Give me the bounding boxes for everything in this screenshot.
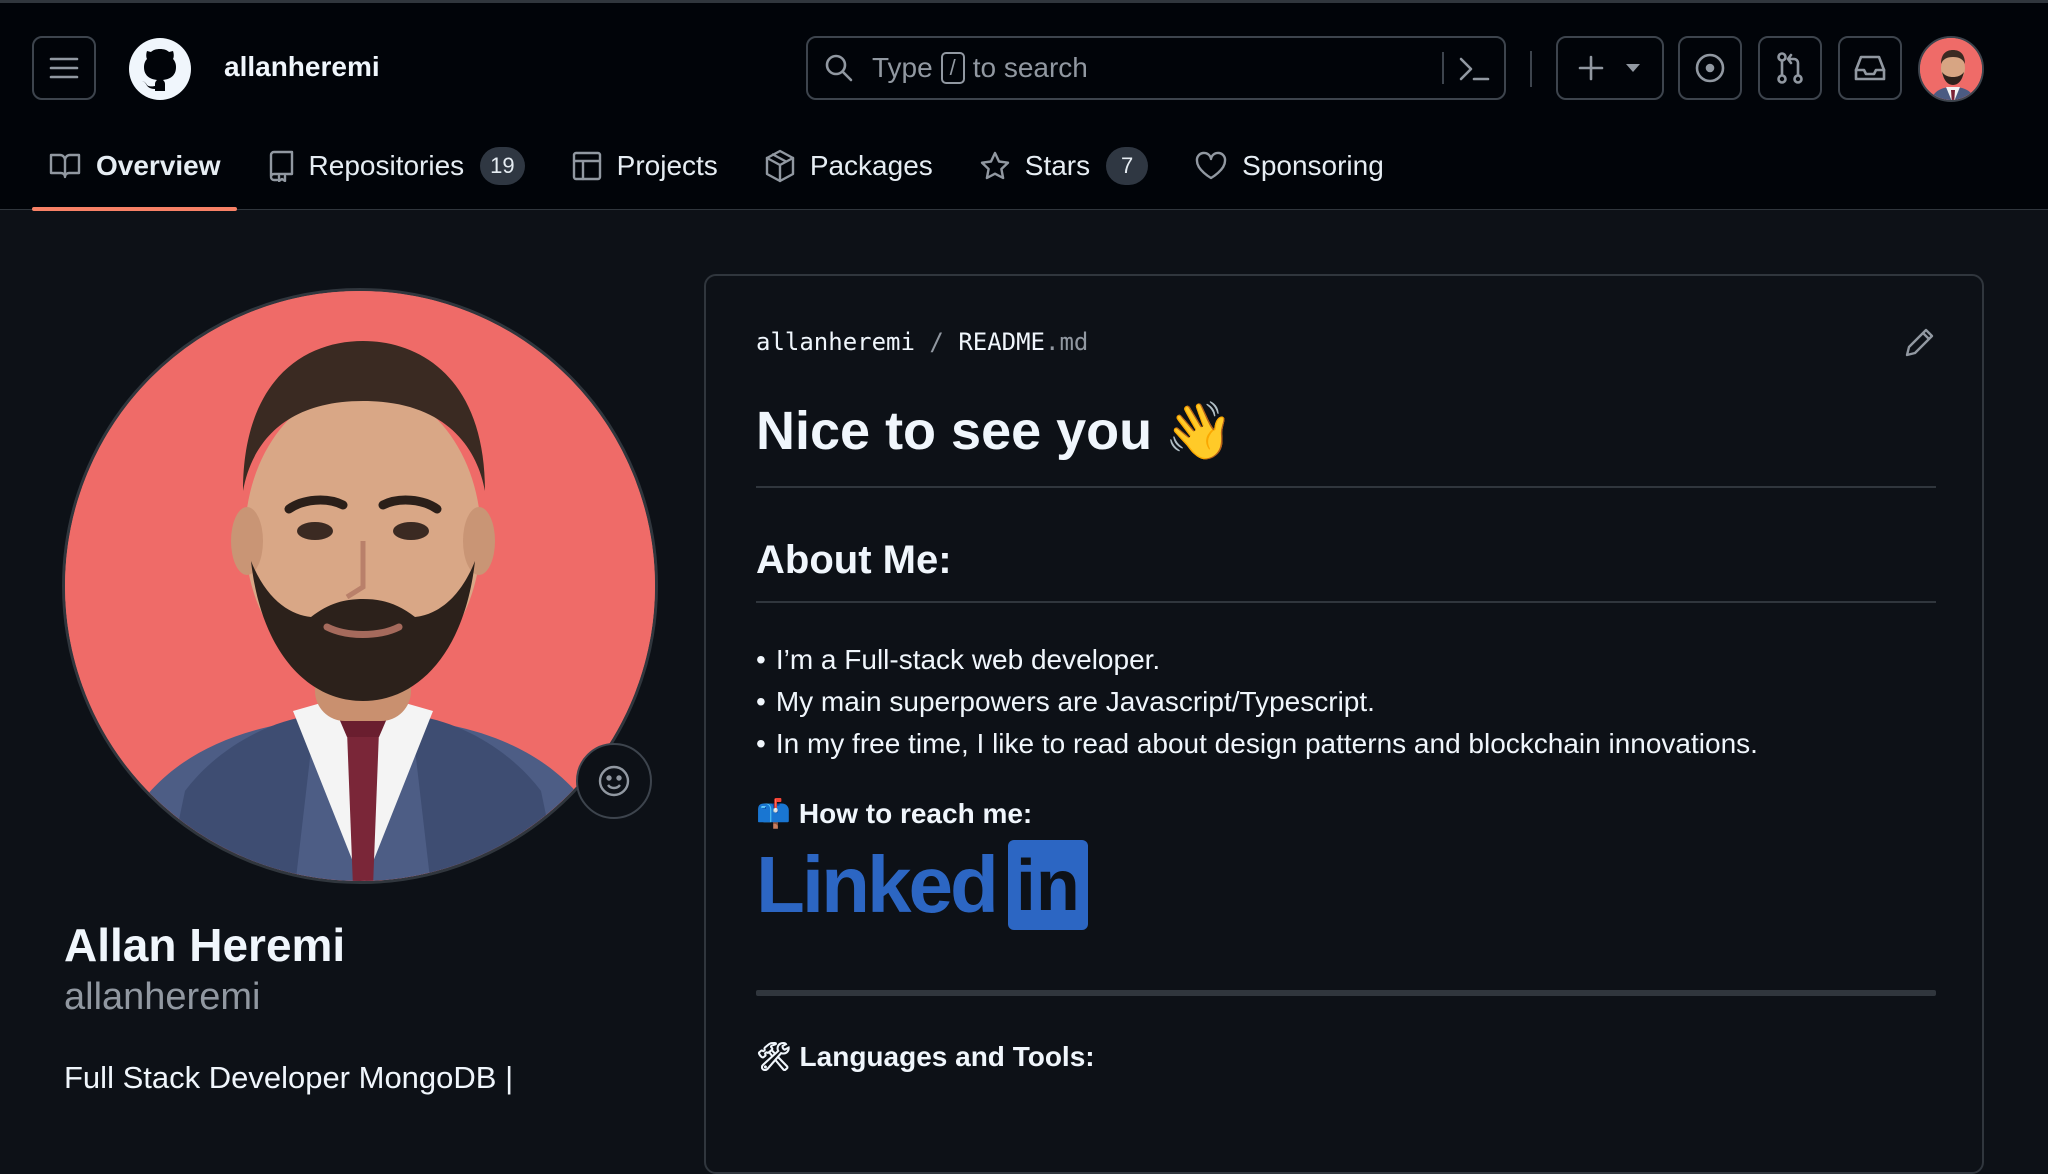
- tab-packages-label: Packages: [809, 150, 933, 181]
- table-icon: [572, 151, 601, 181]
- menu-button[interactable]: [32, 36, 96, 100]
- tab-packages[interactable]: Packages: [748, 138, 949, 194]
- star-icon: [980, 151, 1009, 180]
- pull-requests-button[interactable]: [1758, 36, 1822, 100]
- issues-button[interactable]: [1678, 36, 1742, 100]
- languages-tools-heading: 🛠 Languages and Tools:: [756, 1040, 1936, 1073]
- hammer-wrench-emoji: 🛠: [756, 1041, 792, 1072]
- profile-login: allanheremi: [64, 976, 261, 1018]
- readme-owner-link[interactable]: allanheremi: [756, 328, 915, 356]
- heart-icon: [1195, 151, 1227, 180]
- smiley-icon: [598, 765, 630, 797]
- repo-icon: [269, 150, 293, 182]
- tab-sponsoring-label: Sponsoring: [1242, 150, 1384, 181]
- tab-repositories[interactable]: Repositories 19: [251, 138, 541, 194]
- profile-portrait-image: [65, 291, 655, 881]
- slash-key-hint: /: [940, 52, 965, 84]
- how-to-reach-heading: 📫 How to reach me:: [756, 797, 1936, 830]
- stars-count: 7: [1106, 147, 1149, 185]
- pencil-icon: [1905, 328, 1934, 357]
- repositories-count: 19: [480, 147, 525, 185]
- readme-breadcrumb: allanheremi / README.md: [756, 328, 1088, 356]
- inbox-icon: [1854, 55, 1886, 81]
- list-item: My main superpowers are Javascript/Types…: [756, 681, 1936, 723]
- tab-projects[interactable]: Projects: [555, 138, 734, 194]
- linkedin-logo-word: Linked: [756, 840, 999, 929]
- languages-tools-text: Languages and Tools:: [799, 1040, 1095, 1072]
- tab-sponsoring[interactable]: Sponsoring: [1178, 138, 1400, 194]
- linkedin-badge-link[interactable]: Linked in: [756, 838, 1936, 932]
- about-me-heading: About Me:: [756, 538, 1936, 603]
- header-username[interactable]: allanheremi: [224, 51, 380, 83]
- readme-title: Nice to see you 👋: [756, 396, 1936, 488]
- header-divider: [1530, 51, 1532, 87]
- set-status-button[interactable]: [576, 743, 652, 819]
- git-pull-request-icon: [1777, 52, 1803, 84]
- profile-bio: Full Stack Developer MongoDB |: [64, 1060, 514, 1095]
- user-avatar-button[interactable]: [1918, 36, 1984, 102]
- book-icon: [49, 153, 81, 179]
- about-me-list: I’m a Full-stack web developer. My main …: [756, 639, 1936, 765]
- inbox-button[interactable]: [1838, 36, 1902, 100]
- github-logo-icon[interactable]: [128, 37, 192, 101]
- profile-tab-nav: Overview Repositories 19 Projects Packag…: [32, 138, 1414, 212]
- edit-readme-button[interactable]: [1904, 326, 1936, 363]
- how-to-reach-text: How to reach me:: [798, 797, 1033, 829]
- search-icon: [825, 54, 853, 82]
- list-item: I’m a Full-stack web developer.: [756, 639, 1936, 681]
- readme-title-text: Nice to see you: [756, 401, 1153, 461]
- list-item: In my free time, I like to read about de…: [756, 723, 1936, 765]
- global-header: allanheremi Type / to search Overview Re…: [0, 0, 2048, 212]
- linkedin-logo-box: in: [1007, 840, 1088, 930]
- tab-stars-label: Stars: [1024, 150, 1091, 181]
- plus-icon: [1578, 55, 1604, 81]
- package-icon: [765, 149, 795, 183]
- readme-file-name[interactable]: README: [958, 328, 1045, 356]
- tab-overview-label: Overview: [96, 150, 221, 181]
- readme-file-extension: .md: [1045, 328, 1089, 356]
- tab-repositories-label: Repositories: [308, 150, 465, 181]
- tab-overview[interactable]: Overview: [32, 138, 237, 211]
- mailbox-emoji: 📫: [756, 798, 791, 829]
- waving-hand-emoji: 👋: [1164, 399, 1234, 462]
- search-input[interactable]: Type / to search: [806, 36, 1506, 100]
- readme-content: Nice to see you 👋 About Me: I’m a Full-s…: [756, 396, 1936, 1073]
- breadcrumb-separator: /: [914, 328, 959, 356]
- readme-card: allanheremi / README.md Nice to see you …: [704, 274, 1984, 1174]
- profile-avatar[interactable]: [62, 288, 658, 884]
- hamburger-icon: [49, 57, 79, 79]
- issue-opened-icon: [1695, 53, 1725, 83]
- triangle-down-icon: [1626, 64, 1640, 72]
- command-palette-icon[interactable]: [1458, 54, 1490, 84]
- avatar-portrait-icon: [1920, 38, 1982, 100]
- tab-projects-label: Projects: [616, 150, 718, 181]
- create-new-button[interactable]: [1556, 36, 1664, 100]
- search-divider: [1442, 52, 1444, 84]
- search-placeholder-suffix: to search: [972, 52, 1088, 83]
- search-placeholder-prefix: Type: [872, 52, 933, 83]
- section-divider: [756, 990, 1936, 996]
- tab-stars[interactable]: Stars 7: [963, 138, 1164, 194]
- profile-full-name: Allan Heremi: [64, 919, 346, 971]
